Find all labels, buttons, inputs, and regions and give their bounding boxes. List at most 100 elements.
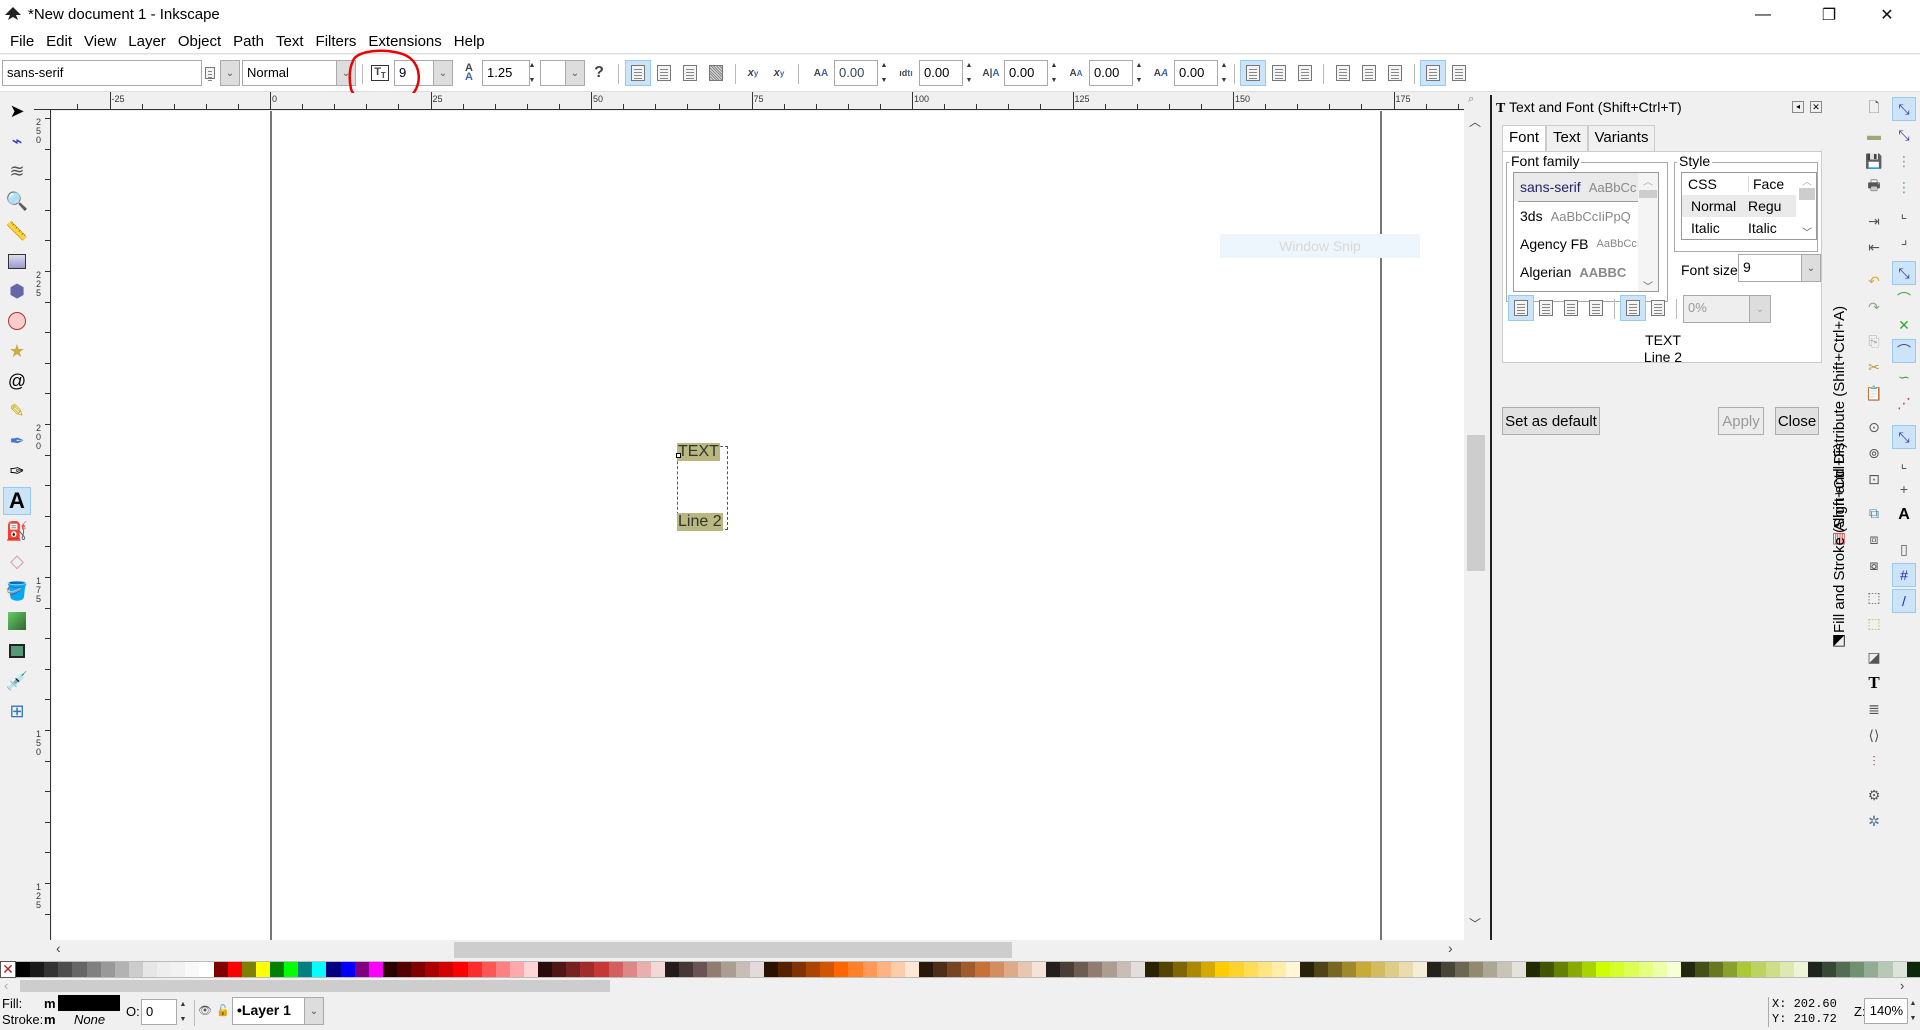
color-swatch[interactable] [1370, 962, 1385, 977]
horizontal-scrollbar[interactable]: ‹ › [52, 940, 1464, 958]
undo-icon[interactable]: ↶ [1862, 269, 1886, 293]
layer-visibility-icon[interactable]: 👁 [198, 1004, 212, 1017]
stroke-value[interactable]: None [74, 1012, 105, 1027]
color-swatch[interactable] [1271, 962, 1286, 977]
dropper-tool-icon[interactable]: 💉 [3, 667, 31, 695]
color-swatch[interactable] [199, 962, 214, 977]
measure-tool-icon[interactable]: 📏 [3, 217, 31, 245]
color-swatch[interactable] [622, 962, 637, 977]
color-swatch[interactable] [142, 962, 158, 977]
color-swatch[interactable] [1074, 962, 1089, 977]
color-swatch[interactable] [1412, 962, 1427, 977]
color-swatch[interactable] [439, 962, 454, 977]
orientation-auto-button[interactable] [1330, 60, 1356, 86]
horizontal-text-button[interactable] [1240, 60, 1266, 86]
color-swatch[interactable] [1666, 962, 1681, 977]
layer-selector[interactable]: •Layer 1 [232, 997, 314, 1025]
dock-align-left-button[interactable] [1508, 295, 1534, 321]
color-swatch[interactable] [1201, 962, 1216, 977]
layer-dropdown[interactable]: ⌄ [304, 997, 324, 1025]
dock-horizontal-text-button[interactable] [1620, 295, 1646, 321]
color-swatch[interactable] [1187, 962, 1202, 977]
color-swatch[interactable] [1483, 962, 1498, 977]
snap-page-border-icon[interactable]: ▯ [1892, 537, 1916, 561]
color-swatch[interactable] [1892, 962, 1907, 977]
color-swatch[interactable] [326, 962, 341, 977]
color-swatch[interactable] [777, 962, 793, 977]
color-swatch[interactable] [411, 962, 426, 977]
vertical-shift-spinner[interactable]: ▲ ▼ [1133, 60, 1145, 86]
color-swatch[interactable] [1779, 962, 1794, 977]
redo-icon[interactable]: ↷ [1862, 295, 1886, 319]
snap-toggle-icon[interactable]: ⤡ [1892, 97, 1916, 121]
align-center-button[interactable] [651, 60, 677, 86]
color-swatch[interactable] [904, 962, 919, 977]
color-swatch[interactable] [44, 962, 59, 977]
color-swatch[interactable] [495, 962, 510, 977]
color-swatch[interactable] [933, 962, 948, 977]
color-swatch[interactable] [86, 962, 101, 977]
color-swatch[interactable] [453, 962, 468, 977]
color-swatch[interactable] [1314, 962, 1329, 977]
zoom-spinner[interactable]: ▲ ▼ [1907, 998, 1919, 1024]
color-swatch[interactable] [481, 962, 496, 977]
color-swatch[interactable] [1525, 962, 1540, 977]
text-font-icon[interactable]: T [1862, 671, 1886, 695]
menu-help[interactable]: Help [454, 33, 485, 50]
close-button[interactable]: Close [1775, 407, 1819, 435]
color-swatch[interactable] [975, 962, 990, 977]
align-left-button[interactable] [625, 60, 651, 86]
word-spacing-input[interactable]: 0.00 [919, 60, 963, 86]
color-swatch[interactable] [114, 962, 129, 977]
snap-bbox-midpoint-icon[interactable]: ⌞ [1892, 201, 1916, 225]
fill-swatch[interactable] [58, 995, 120, 1011]
snap-others-icon[interactable]: ⤡ [1892, 425, 1916, 449]
color-swatch[interactable] [961, 962, 976, 977]
color-swatch[interactable] [1328, 962, 1343, 977]
mesh-tool-icon[interactable] [3, 637, 31, 665]
xml-editor-icon[interactable]: ⟨⟩ [1862, 723, 1886, 747]
style-item[interactable]: Italic Italic [1682, 217, 1816, 239]
color-swatch[interactable] [1624, 962, 1639, 977]
zoom-page-icon[interactable]: ⊡ [1862, 467, 1886, 491]
color-swatch[interactable] [58, 962, 73, 977]
line-height-input[interactable]: 1.25 [482, 60, 530, 86]
snap-nodes-icon[interactable]: ⤡ [1892, 261, 1916, 285]
color-swatch[interactable] [1285, 962, 1300, 977]
color-swatch[interactable] [1045, 962, 1061, 977]
font-family-item[interactable]: Agency FB AaBbCcIiI [1514, 230, 1658, 258]
layer-lock-icon[interactable]: 🔓 [216, 1004, 230, 1017]
dock-justify-button[interactable] [1583, 295, 1609, 321]
color-swatch[interactable] [509, 962, 524, 977]
style-item[interactable]: Normal Regu [1682, 195, 1796, 217]
menu-extensions[interactable]: Extensions [368, 33, 441, 50]
selector-tool-icon[interactable]: ➤ [3, 97, 31, 125]
color-swatch[interactable] [834, 962, 849, 977]
eraser-tool-icon[interactable]: ◇ [3, 547, 31, 575]
color-swatch[interactable] [1695, 962, 1710, 977]
duplicate-icon[interactable]: ⧉ [1862, 501, 1886, 525]
color-swatch[interactable] [876, 962, 891, 977]
vertical-text-alt-button[interactable] [1292, 60, 1318, 86]
minimize-button[interactable]: — [1740, 0, 1786, 30]
snap-bbox-center-icon[interactable]: ⌟ [1892, 227, 1916, 251]
fill-stroke-tab[interactable]: ◪Fill and Stroke (Shift+Ctrl+F) [1831, 351, 1849, 651]
color-swatch[interactable] [763, 962, 778, 977]
layers-icon[interactable]: ≣ [1862, 697, 1886, 721]
font-family-item[interactable]: sans-serif AaBbCc [1514, 173, 1658, 201]
horizontal-scroll-thumb[interactable] [454, 942, 1012, 958]
color-swatch[interactable] [1497, 962, 1512, 977]
color-swatch[interactable] [1441, 962, 1456, 977]
text-cursor-handle[interactable] [676, 453, 681, 458]
scroll-up-arrow[interactable]: ︿ [1469, 113, 1481, 130]
color-swatch[interactable] [919, 962, 934, 977]
color-swatch[interactable] [1130, 962, 1145, 977]
justify-button[interactable] [703, 60, 729, 86]
color-swatch[interactable] [100, 962, 115, 977]
snap-bbox-icon[interactable]: ⤡ [1892, 123, 1916, 147]
ungroup-icon[interactable]: ⬚ [1862, 611, 1886, 635]
color-swatch[interactable] [1864, 962, 1879, 977]
cut-icon[interactable]: ✂ [1862, 355, 1886, 379]
menu-filters[interactable]: Filters [316, 33, 357, 50]
opacity-input[interactable]: 0 [141, 999, 177, 1025]
